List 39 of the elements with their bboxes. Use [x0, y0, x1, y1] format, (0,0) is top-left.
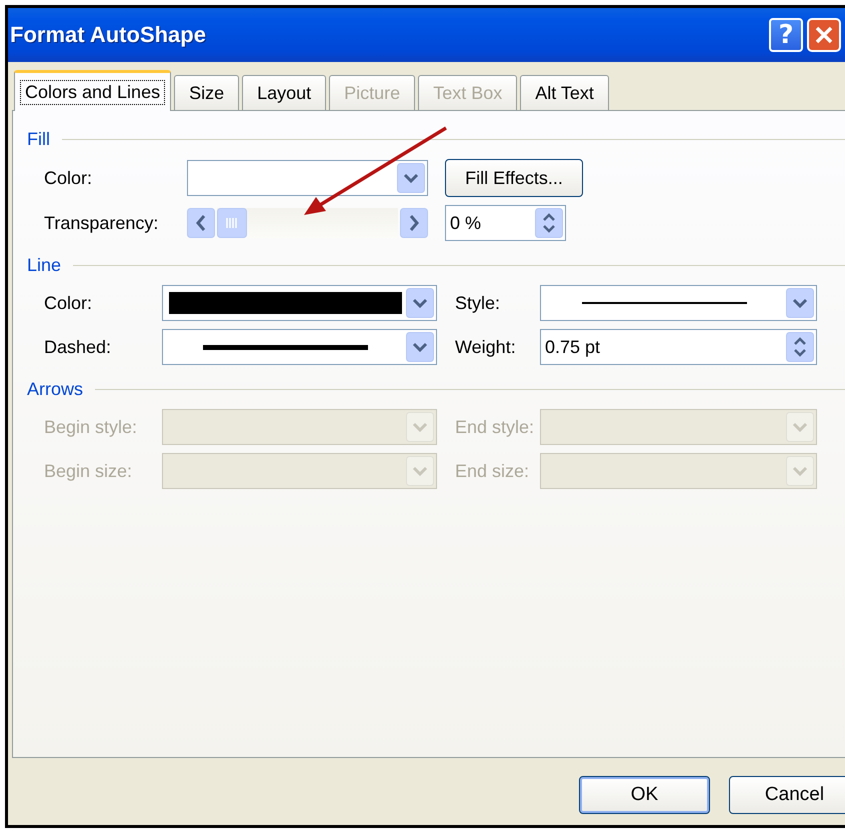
close-icon[interactable] [807, 18, 841, 52]
field-label: Begin size: [44, 460, 134, 482]
field-label: Color: [44, 168, 94, 188]
field-label: Weight: [455, 336, 517, 358]
field-label: Color: [44, 292, 94, 314]
tab[interactable]: Alt Text [520, 75, 609, 110]
fill-effects-button[interactable]: Fill Effects... [445, 159, 583, 197]
spin-value: 0.75 pt [545, 336, 602, 358]
field-label: End style: [455, 416, 536, 438]
help-button[interactable]: ? [769, 18, 803, 52]
tab[interactable]: Size [174, 75, 240, 110]
section-heading: Line [27, 254, 62, 276]
section-heading: Arrows [27, 378, 84, 400]
window-title: Format AutoShape [10, 22, 207, 48]
slider-track[interactable] [217, 208, 398, 238]
dialog-button[interactable]: Cancel [729, 776, 845, 814]
field-label: Begin style: [44, 416, 138, 438]
spinner-icon[interactable] [535, 208, 563, 238]
chevron-down-icon[interactable] [406, 288, 434, 318]
field-label: Dashed: [44, 336, 112, 358]
spin-field[interactable]: 0 % [445, 205, 566, 241]
spinner-icon[interactable] [786, 332, 814, 362]
chevron-down-icon[interactable] [406, 332, 434, 362]
field-label: End size: [455, 460, 530, 482]
tab[interactable]: Colors and Lines [14, 70, 172, 111]
slider-thumb[interactable] [217, 208, 247, 238]
field-label: Transparency: [44, 212, 160, 234]
dialog-button[interactable]: OK [579, 776, 710, 814]
dropdown[interactable] [162, 285, 437, 321]
dropdown[interactable] [540, 285, 817, 321]
dropdown[interactable] [187, 160, 428, 196]
tab[interactable]: Layout [242, 75, 326, 110]
field-label: Style: [455, 292, 502, 314]
chevron-down-icon[interactable] [786, 288, 814, 318]
chevron-down-icon[interactable] [397, 163, 425, 193]
section-heading: Fill [27, 128, 50, 150]
spin-value: 0 % [450, 212, 482, 234]
dropdown[interactable] [162, 329, 437, 365]
spin-field[interactable]: 0.75 pt [540, 329, 817, 365]
